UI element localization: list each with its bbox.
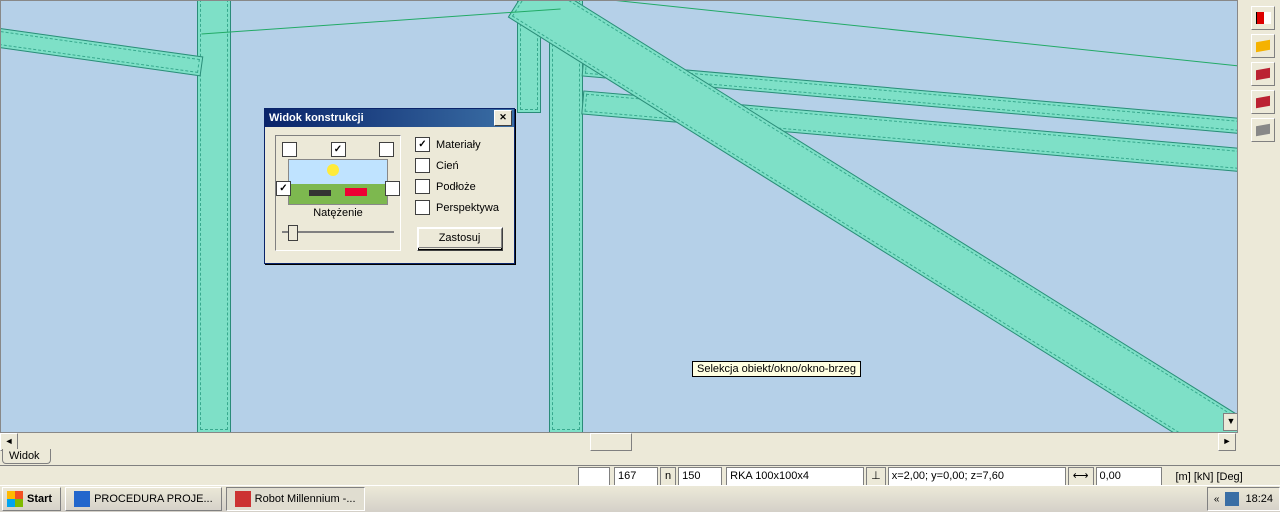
perspective-option[interactable]: Perspektywa <box>415 200 504 215</box>
tray-expand-icon[interactable]: « <box>1214 494 1220 505</box>
taskbar: Start PROCEDURA PROJE... Robot Millenniu… <box>0 485 1280 512</box>
hscroll-right-icon[interactable]: ► <box>1218 433 1236 451</box>
taskbar-app2-label: Robot Millennium -... <box>255 493 356 505</box>
dialog-title: Widok konstrukcji <box>269 109 364 127</box>
start-label: Start <box>27 493 52 505</box>
light-direction-panel: Natężenie <box>275 135 401 251</box>
tab-view[interactable]: Widok <box>2 449 51 464</box>
intensity-label: Natężenie <box>282 207 394 219</box>
ground-option[interactable]: Podłoże <box>415 179 504 194</box>
viewport-tooltip: Selekcja obiekt/okno/okno-brzeg <box>692 361 861 377</box>
light-tr-checkbox[interactable] <box>379 142 394 157</box>
status-field2[interactable]: 167 <box>614 467 658 487</box>
materials-option[interactable]: Materiały <box>415 137 504 152</box>
perspective-label: Perspektywa <box>436 202 499 214</box>
status-dimension: 0,00 <box>1096 467 1162 487</box>
apply-button[interactable]: Zastosuj <box>417 227 503 251</box>
robot-icon <box>235 491 251 507</box>
flag-icon[interactable] <box>1251 6 1275 30</box>
light-tl-checkbox[interactable] <box>282 142 297 157</box>
view-construction-dialog: Widok konstrukcji ✕ Natężenie <box>264 108 515 264</box>
status-field1[interactable] <box>578 467 610 487</box>
intensity-slider[interactable] <box>282 221 394 241</box>
word-icon <box>74 491 90 507</box>
right-toolbar <box>1248 2 1278 142</box>
box-grey-icon[interactable] <box>1251 118 1275 142</box>
light-tc-checkbox[interactable] <box>331 142 346 157</box>
dialog-titlebar[interactable]: Widok konstrukcji ✕ <box>265 109 514 127</box>
windows-logo-icon <box>7 491 23 507</box>
start-button[interactable]: Start <box>2 487 61 511</box>
model-viewport[interactable]: Selekcja obiekt/okno/okno-brzeg Widok ko… <box>0 0 1238 433</box>
ground-checkbox[interactable] <box>415 179 430 194</box>
materials-checkbox[interactable] <box>415 137 430 152</box>
light-ml-checkbox[interactable] <box>276 181 291 196</box>
ground-label: Podłoże <box>436 181 476 193</box>
shadow-label: Cień <box>436 160 459 172</box>
vscroll-down-icon[interactable]: ▼ <box>1223 413 1238 431</box>
light-preview-image <box>288 159 388 205</box>
close-icon[interactable]: ✕ <box>494 110 512 126</box>
taskbar-app2[interactable]: Robot Millennium -... <box>226 487 365 511</box>
status-units: [m] [kN] [Deg] <box>1176 471 1243 483</box>
status-coords: x=2,00; y=0,00; z=7,60 <box>888 467 1066 487</box>
taskbar-app1[interactable]: PROCEDURA PROJE... <box>65 487 222 511</box>
hscroll-thumb[interactable] <box>590 433 632 451</box>
system-tray[interactable]: « 18:24 <box>1207 487 1280 511</box>
status-field3[interactable]: 150 <box>678 467 722 487</box>
taskbar-app1-label: PROCEDURA PROJE... <box>94 493 213 505</box>
shadow-checkbox[interactable] <box>415 158 430 173</box>
box-yellow-icon[interactable] <box>1251 34 1275 58</box>
horizontal-scrollbar[interactable]: ◄ ► <box>0 432 1236 449</box>
shadow-option[interactable]: Cień <box>415 158 504 173</box>
coord-system-icon[interactable]: ⊥ <box>866 467 886 487</box>
box-red2-icon[interactable] <box>1251 90 1275 114</box>
perspective-checkbox[interactable] <box>415 200 430 215</box>
clock: 18:24 <box>1245 493 1273 505</box>
dimension-icon[interactable]: ⟷ <box>1068 467 1094 487</box>
light-mr-checkbox[interactable] <box>385 181 400 196</box>
status-section-field[interactable]: RKA 100x100x4 <box>726 467 864 487</box>
box-red-icon[interactable] <box>1251 62 1275 86</box>
tray-app-icon[interactable] <box>1225 492 1239 506</box>
materials-label: Materiały <box>436 139 481 151</box>
status-n-button[interactable]: n <box>660 467 676 487</box>
